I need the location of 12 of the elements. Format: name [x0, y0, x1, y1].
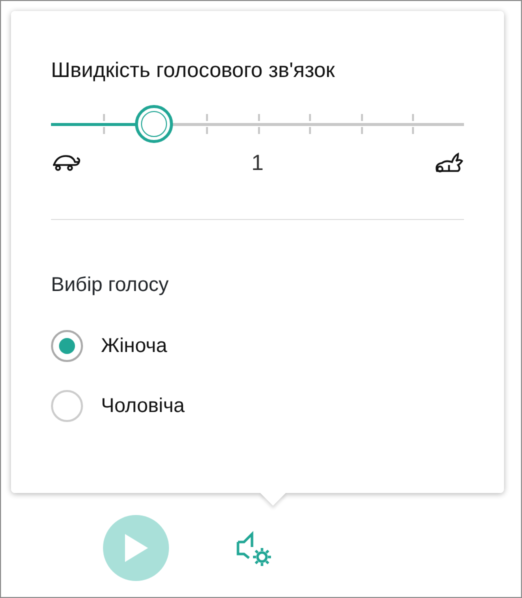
play-icon	[123, 533, 149, 563]
slider-thumb[interactable]	[135, 105, 174, 144]
radio-button[interactable]	[51, 330, 83, 362]
turtle-icon	[51, 154, 81, 172]
voice-option[interactable]: Жіноча	[51, 330, 168, 362]
rabbit-icon	[434, 152, 464, 174]
voice-title: Вибір голосу	[51, 273, 170, 298]
voice-option[interactable]: Чоловіча	[51, 390, 185, 422]
speed-slider[interactable]	[51, 104, 464, 144]
speed-title: Швидкість голосового зв'язок	[51, 58, 336, 84]
speed-value: 1	[251, 149, 264, 178]
radio-button[interactable]	[51, 390, 83, 422]
